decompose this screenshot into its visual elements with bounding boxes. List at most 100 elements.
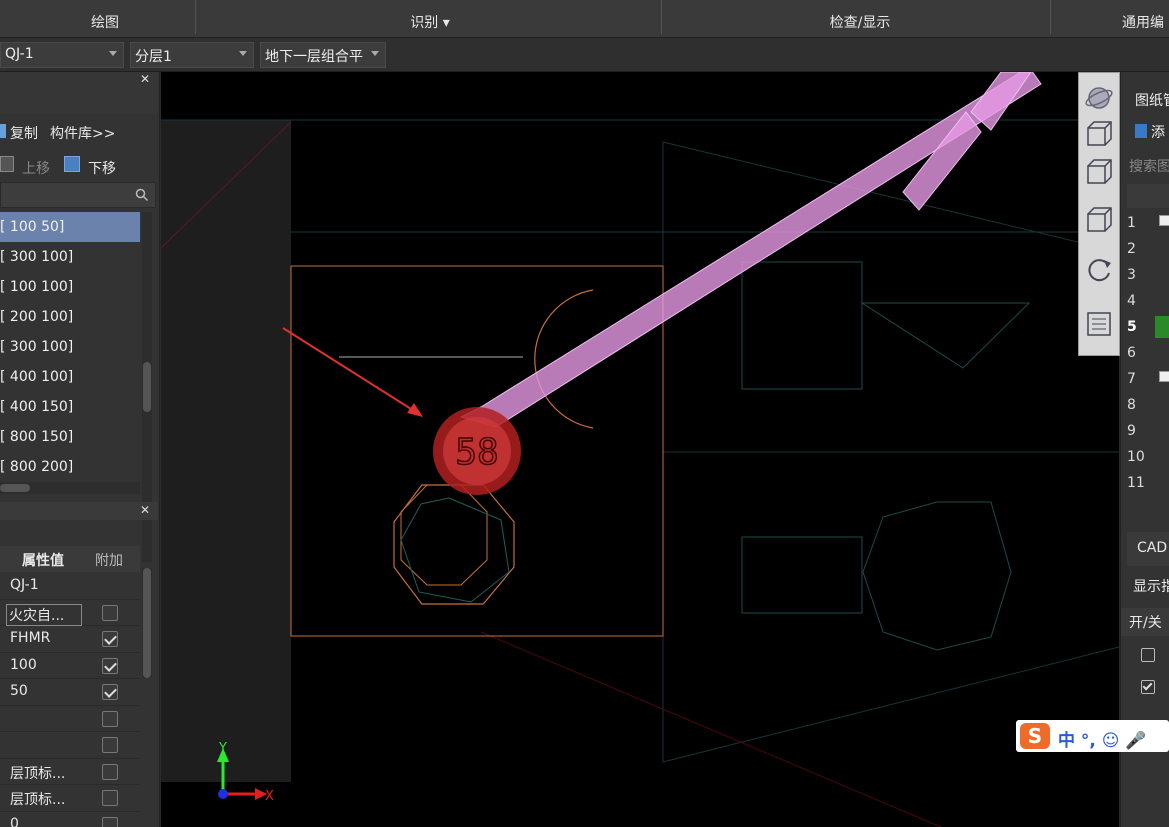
search-icon [135,188,149,202]
scrollbar-thumb[interactable] [143,568,151,678]
view-cube-2-icon[interactable] [1084,205,1114,235]
layer-checkbox-checked[interactable] [1141,680,1155,694]
extra-checkbox[interactable] [102,657,118,674]
table-row[interactable] [0,706,140,732]
extra-checkbox[interactable] [102,737,118,753]
row-number[interactable]: 9 [1127,418,1151,444]
onoff-label: 开/关 [1129,615,1162,631]
table-row[interactable] [0,732,140,759]
list-item[interactable]: [ 100 100] [0,272,140,302]
row-number[interactable]: 11 [1127,470,1151,496]
cad-triangle [860,302,1031,369]
cad-rect [741,536,863,614]
add-button[interactable]: 添 [1151,122,1165,142]
view-3d-icon[interactable] [1084,119,1114,149]
list-item[interactable]: [ 400 100] [0,362,140,392]
library-button[interactable]: 构件库>> [50,123,115,143]
row-number[interactable]: 10 [1127,444,1151,470]
extra-checkbox[interactable] [102,684,118,700]
list-item[interactable]: [ 800 150] [0,422,140,452]
pipe-segment[interactable] [459,72,1042,428]
property-value[interactable]: 火灾自... [6,603,82,626]
move-down-icon [64,156,80,172]
marker-label: 58 [455,432,498,473]
ribbon-group-check-display[interactable]: 检查/显示 [800,0,920,38]
drawing-search-input[interactable]: 搜索图 [1129,156,1169,176]
table-row[interactable]: 100 [0,653,140,679]
floor-select[interactable]: 地下一层组合平 [260,42,386,68]
table-row[interactable]: FHMR [0,626,140,653]
collapse-icon[interactable] [1159,371,1169,382]
close-icon[interactable]: ✕ [140,503,150,517]
ime-status[interactable]: 中 °, ☺ 🎤 [1058,726,1147,751]
table-row[interactable]: 火灾自... [0,600,140,626]
move-up-button[interactable]: 上移 [22,158,50,178]
list-item[interactable]: [ 100 50] [0,212,140,242]
list-item[interactable]: [ 300 100] [0,242,140,272]
row-number[interactable]: 4 [1127,288,1151,314]
row-number[interactable]: 5 [1127,314,1151,340]
row-number[interactable]: 8 [1127,392,1151,418]
table-row[interactable]: QJ-1 [0,573,140,600]
list-item[interactable]: [ 200 100] [0,302,140,332]
add-icon [1135,124,1147,138]
extra-checkbox[interactable] [102,710,118,727]
layer-table-header: 开/关 [1121,608,1169,636]
ribbon-group-draw[interactable]: 绘图 [60,0,150,38]
move-down-button[interactable]: 下移 [88,158,116,178]
copy-button[interactable]: 复制 [10,123,38,143]
table-row[interactable]: 0 [0,812,140,827]
property-value: 0 [10,815,19,827]
close-icon[interactable]: ✕ [140,72,150,86]
layer-select-value: 分层1 [135,49,172,65]
cad-line [480,631,942,827]
chevron-down-icon [109,51,117,56]
extra-checkbox[interactable] [102,816,118,827]
table-row[interactable]: 层顶标... [0,785,140,812]
rotate-icon[interactable] [1084,255,1114,285]
list-item[interactable]: [ 800 200] [0,452,140,482]
property-value: 层顶标... [10,792,66,808]
row-number[interactable]: 7 [1127,366,1151,392]
component-panel-header: ✕ [0,72,158,114]
row-number[interactable]: 2 [1127,236,1151,262]
ime-toolbar[interactable]: S 中 °, ☺ 🎤 [1016,720,1169,752]
list-horizontal-scrollbar[interactable] [0,482,140,494]
app-window: 绘图 识别 ▾ 检查/显示 通用编 QJ-1 分层1 地下一层组合平 ✕ 复制 … [0,0,1169,827]
drawing-canvas[interactable]: 58 Y X [161,72,1119,827]
row-number[interactable]: 3 [1127,262,1151,288]
chevron-down-icon [239,51,247,56]
component-actions-row: 复制 构件库>> [0,118,158,150]
ribbon-group-general[interactable]: 通用编 [1122,0,1169,38]
x-axis-label: X [265,789,274,804]
collapse-icon[interactable] [1159,215,1169,226]
component-list: [ 100 50] [ 300 100] [ 100 100] [ 200 10… [0,212,140,482]
drawing-manager-panel: 图纸管 添 搜索图 1 2 3 4 5 6 7 8 9 10 11 CAD 显示… [1120,72,1169,827]
row-number[interactable]: 1 [1127,210,1151,236]
extra-checkbox[interactable] [102,763,118,780]
layer-checkbox[interactable] [1141,648,1155,662]
property-scrollbar[interactable] [142,568,152,678]
view-cube-icon[interactable] [1084,157,1114,187]
ribbon-group-bar: 绘图 识别 ▾ 检查/显示 通用编 [0,0,1169,38]
frozen-region [161,120,291,782]
extra-checkbox[interactable] [102,604,118,621]
layer-select[interactable]: 分层1 [130,42,254,68]
table-row[interactable]: 50 [0,679,140,706]
row-number[interactable]: 6 [1127,340,1151,366]
settings-list-icon[interactable] [1084,309,1114,339]
table-row[interactable]: 层顶标... [0,759,140,785]
property-value: FHMR [10,630,51,646]
orbit-icon[interactable] [1084,83,1114,113]
list-item[interactable]: [ 400 150] [0,392,140,422]
scrollbar-thumb[interactable] [143,362,151,412]
component-select[interactable]: QJ-1 [0,42,124,68]
cad-octagon-outer [393,484,515,605]
list-item[interactable]: [ 300 100] [0,332,140,362]
component-search-input[interactable] [0,182,156,208]
ribbon-group-recognize[interactable]: 识别 ▾ [380,0,480,38]
extra-checkbox[interactable] [102,631,118,647]
extra-checkbox[interactable] [102,790,118,806]
cad-octagon [862,501,1012,651]
scrollbar-thumb[interactable] [0,484,30,492]
